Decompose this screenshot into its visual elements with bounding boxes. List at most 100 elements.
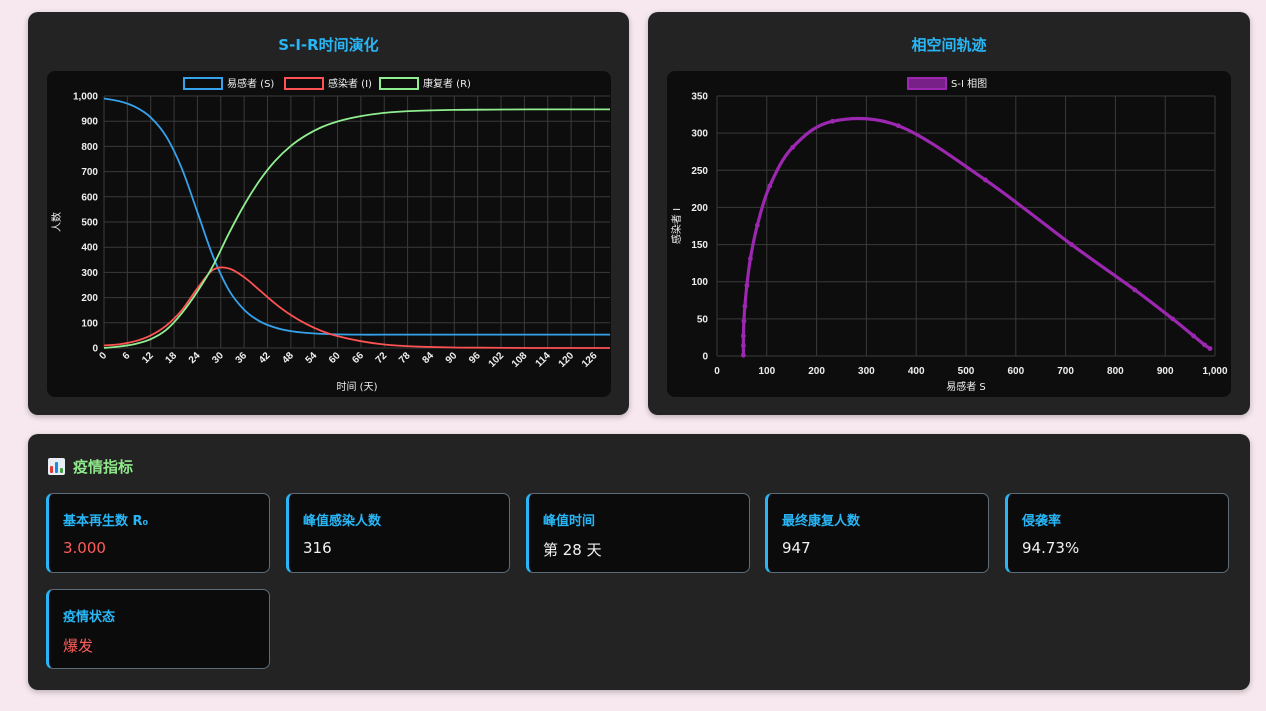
y-tick-label: 700: [81, 167, 98, 178]
metric-label: 疫情状态: [63, 610, 116, 625]
x-axis-title: 易感者 S: [946, 380, 986, 393]
phase-point: [742, 303, 748, 309]
phase-scatter-chart: 0 100 200 300 400 500 600 700 800 900 1,000 0 50 100 1…: [670, 77, 1228, 393]
phase-space-panel: 相空间轨迹 0 100 200 300 400 500 600 700 800 900 1,000 0…: [648, 12, 1250, 415]
metric-label: 峰值感染人数: [303, 514, 382, 529]
metric-label: 侵袭率: [1022, 514, 1062, 529]
metric-label: 基本再生数 R₀: [63, 514, 149, 529]
y-tick-label: 300: [81, 268, 98, 279]
metrics-header: 疫情指标: [48, 456, 133, 477]
x-tick-label: 42: [257, 350, 273, 366]
y-tick-label: 350: [691, 92, 708, 103]
legend-swatch: [284, 77, 324, 90]
y-tick-label: 900: [81, 117, 98, 128]
x-tick-label: 96: [467, 350, 483, 366]
y-tick-label: 200: [691, 203, 708, 214]
metric-card-epidemic-status: 疫情状态 爆发: [46, 589, 270, 669]
phase-point: [740, 343, 746, 348]
y-tick-label: 0: [702, 352, 708, 363]
y-tick-label: 300: [691, 129, 708, 140]
metric-card-peak-time: 峰值时间 第 28 天: [526, 493, 750, 573]
x-tick-label: 300: [858, 366, 875, 377]
phase-point: [1202, 342, 1207, 348]
x-tick-label: 90: [444, 350, 460, 366]
phase-point: [740, 333, 746, 339]
metric-value: 947: [782, 539, 811, 557]
phase-point: [767, 183, 773, 189]
legend-swatch: [907, 77, 947, 90]
x-tick-label: 400: [908, 366, 925, 377]
y-tick-label: 250: [691, 166, 708, 177]
x-tick-label: 84: [420, 350, 436, 366]
sir-chart-area: 0 100 200 300 400 500 600 700 800 900 1,000 0 6 12 18 2…: [47, 71, 611, 397]
legend-label: S-I 相图: [951, 77, 987, 90]
phase-point: [754, 222, 760, 228]
metric-card-final-recovered: 最终康复人数 947: [765, 493, 989, 573]
legend-label: 感染者 (I): [328, 77, 372, 90]
x-tick-label: 800: [1107, 366, 1124, 377]
phase-chart-area: 0 100 200 300 400 500 600 700 800 900 1,000 0 50 100 1…: [667, 71, 1231, 397]
phase-point: [1069, 242, 1074, 247]
x-tick-label: 900: [1157, 366, 1174, 377]
metric-label: 最终康复人数: [782, 514, 861, 529]
bar-chart-icon: [48, 458, 65, 475]
y-tick-label: 100: [691, 277, 708, 288]
y-tick-label: 800: [81, 142, 98, 153]
x-tick-label: 108: [510, 350, 530, 370]
phase-point: [983, 177, 988, 183]
metric-value: 爆发: [63, 637, 94, 655]
y-tick-label: 600: [81, 192, 98, 203]
x-tick-label: 200: [808, 366, 825, 377]
x-axis-title: 时间 (天): [337, 380, 378, 393]
phase-point: [747, 256, 753, 262]
phase-point: [895, 123, 901, 129]
x-tick-label: 100: [758, 366, 775, 377]
phase-point: [1207, 346, 1213, 351]
metric-value: 第 28 天: [543, 541, 602, 559]
x-tick-label: 66: [350, 350, 366, 366]
x-tick-label: 0: [714, 366, 720, 377]
y-axis-title: 感染者 I: [670, 208, 683, 244]
x-tick-label: 0: [97, 350, 109, 362]
sir-line-chart: 01002003004005006007008009001,0000 6 12 18 2…: [50, 77, 610, 393]
phase-point: [744, 283, 750, 288]
metrics-panel: 疫情指标 基本再生数 R₀ 3.000 峰值感染人数 316 峰值时间 第 28…: [28, 434, 1250, 690]
phase-point: [1170, 316, 1176, 322]
metrics-title: 疫情指标: [73, 458, 134, 476]
y-tick-label: 50: [697, 314, 709, 325]
sir-time-panel: S-I-R时间演化 0 100 200 300 400 500 600 700 800 900 1,…: [28, 12, 629, 415]
x-tick-label: 120: [557, 350, 577, 370]
x-tick-label: 126: [580, 350, 600, 370]
y-tick-label: 400: [81, 243, 98, 254]
x-tick-label: 700: [1057, 366, 1074, 377]
metric-card-r0: 基本再生数 R₀ 3.000: [46, 493, 270, 573]
x-tick-label: 18: [164, 350, 180, 366]
series-line-1: [103, 266, 610, 349]
x-tick-label: 500: [958, 366, 975, 377]
legend-swatch: [379, 77, 419, 90]
x-tick-label: 6: [121, 350, 133, 362]
y-tick-label: 100: [81, 318, 98, 329]
phase-point: [830, 118, 835, 124]
x-tick-label: 48: [280, 350, 296, 366]
metric-value: 3.000: [63, 539, 106, 557]
phase-trajectory: [741, 116, 1212, 357]
sir-chart-title: S-I-R时间演化: [278, 36, 379, 54]
metric-card-peak-infected: 峰值感染人数 316: [286, 493, 510, 573]
x-tick-label: 60: [327, 350, 343, 366]
phase-chart-title: 相空间轨迹: [911, 36, 987, 54]
x-tick-label: 114: [534, 350, 553, 369]
metric-label: 峰值时间: [543, 514, 596, 529]
legend-swatch: [183, 77, 223, 90]
x-tick-label: 102: [487, 350, 507, 370]
phase-point: [1132, 287, 1138, 293]
metric-value: 316: [303, 539, 332, 557]
x-tick-label: 36: [234, 350, 250, 366]
metric-card-attack-rate: 侵袭率 94.73%: [1005, 493, 1229, 573]
y-tick-label: 150: [691, 240, 708, 251]
x-tick-label: 12: [140, 350, 156, 366]
y-tick-label: 1,000: [73, 92, 98, 103]
x-tick-label: 1,000: [1202, 366, 1227, 377]
x-tick-label: 54: [304, 350, 320, 366]
y-tick-label: 500: [81, 218, 98, 229]
